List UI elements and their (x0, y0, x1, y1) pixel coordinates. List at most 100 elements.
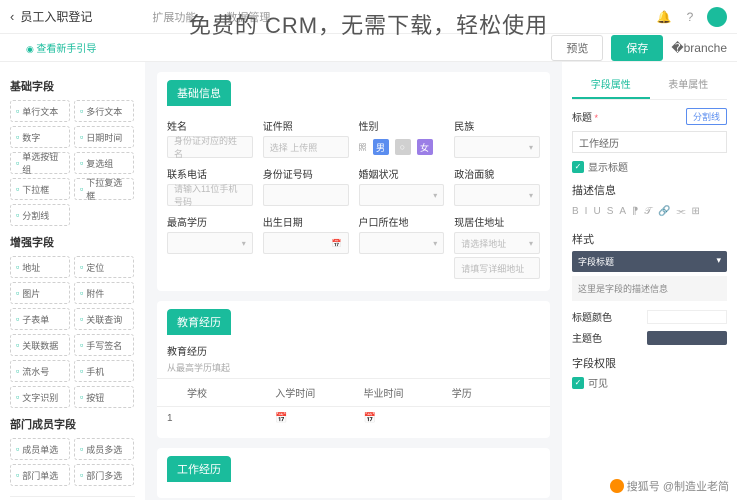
input-idno[interactable] (263, 184, 349, 206)
section-basic-header: 基础信息 (167, 80, 231, 106)
field-chip[interactable]: ▫定位 (74, 256, 134, 278)
field-chip[interactable]: ▫成员多选 (74, 438, 134, 460)
toolbar-btn[interactable]: 𝒯 (644, 206, 652, 217)
field-palette: 基础字段 ▫单行文本▫多行文本▫数字▫日期时间▫单选按钮组▫复选组▫下拉框▫下拉… (0, 62, 145, 500)
recycle-bin[interactable]: ⬚ 字段回收站 (10, 496, 135, 500)
field-chip[interactable]: ▫日期时间 (74, 126, 134, 148)
rich-toolbar[interactable]: BIUSA ⁋ 𝒯 🔗 ⫘ ⊞ (572, 202, 727, 221)
field-chip[interactable]: ▫地址 (10, 256, 70, 278)
header-tabs: 扩展功能 数据管理 (152, 9, 270, 25)
field-chip[interactable]: ▫手机 (74, 360, 134, 382)
toolbar-btn[interactable]: ⁋ (632, 206, 638, 217)
label-birth: 出生日期 (263, 214, 349, 229)
perm-label: 字段权限 (572, 355, 727, 371)
field-chip[interactable]: ▫手写签名 (74, 334, 134, 356)
label-huji: 户口所在地 (359, 214, 445, 229)
share-icon[interactable]: �branche (671, 41, 727, 55)
edu-table-header: 学校入学时间毕业时间学历 (157, 378, 550, 407)
toolbar-btn[interactable]: A (619, 206, 626, 217)
style-preview-hint: 这里是字段的描述信息 (572, 276, 727, 301)
field-chip[interactable]: ▫子表单 (10, 308, 70, 330)
back-icon[interactable]: ‹ (10, 9, 14, 24)
avatar[interactable] (707, 7, 727, 27)
field-chip[interactable]: ▫下拉复选框 (74, 178, 134, 200)
theme-color-label: 主题色 (572, 330, 602, 345)
label-phone: 联系电话 (167, 166, 253, 181)
field-chip[interactable]: ▫多行文本 (74, 100, 134, 122)
section-work: 工作经历 (157, 448, 550, 498)
input-birth[interactable]: 📅 (263, 232, 349, 254)
input-edu[interactable]: ▾ (167, 232, 253, 254)
guide-link[interactable]: 查看新手引导 (26, 40, 96, 55)
divider-button[interactable]: 分割线 (686, 108, 727, 125)
bell-icon[interactable]: 🔔 (655, 8, 673, 26)
topbar: ‹ 员工入职登记 扩展功能 数据管理 🔔 ? (0, 0, 737, 34)
section-edu: 教育经历 教育经历 从最高学历填起 学校入学时间毕业时间学历 1 📅📅 (157, 301, 550, 438)
prop-title-input[interactable]: 工作经历 (572, 131, 727, 153)
toolbar-btn[interactable]: 🔗 (658, 206, 670, 217)
form-canvas: 基础信息 姓名身份证对应的姓名 证件照选择 上传照 性别照男○女 民族 ▾ 联系电… (145, 62, 562, 500)
input-addr2[interactable]: 请填写详细地址 (454, 257, 540, 279)
input-addr[interactable]: 请选择地址▾ (454, 232, 540, 254)
toolbar-btn[interactable]: ⊞ (692, 206, 700, 217)
field-chip[interactable]: ▫下拉框 (10, 178, 70, 200)
watermark: 搜狐号 @制造业老简 (610, 478, 729, 494)
show-title-check[interactable]: ✓显示标题 (572, 159, 727, 174)
toolbar-btn[interactable]: B (572, 206, 579, 217)
field-chip[interactable]: ▫关联查询 (74, 308, 134, 330)
section-edu-header: 教育经历 (167, 309, 231, 335)
label-idno: 身份证号码 (263, 166, 349, 181)
label-idtype: 证件照 (263, 118, 349, 133)
field-chip[interactable]: ▫成员单选 (10, 438, 70, 460)
label-gender: 性别 (359, 118, 445, 133)
tab-form-prop[interactable]: 表单属性 (650, 70, 728, 99)
prop-title-label: 标题 (572, 109, 598, 124)
field-chip[interactable]: ▫文字识别 (10, 386, 70, 408)
theme-color-picker[interactable] (647, 331, 727, 345)
field-chip[interactable]: ▫流水号 (10, 360, 70, 382)
field-chip[interactable]: ▫关联数据 (10, 334, 70, 356)
basic-fields-title: 基础字段 (10, 78, 135, 94)
tab-field-prop[interactable]: 字段属性 (572, 70, 650, 99)
field-chip[interactable]: ▫附件 (74, 282, 134, 304)
section-work-header: 工作经历 (167, 456, 231, 482)
tab-ext[interactable]: 扩展功能 (152, 9, 196, 25)
help-icon[interactable]: ? (681, 8, 699, 26)
title-color-picker[interactable] (647, 310, 727, 324)
field-chip[interactable]: ▫单行文本 (10, 100, 70, 122)
save-button[interactable]: 保存 (611, 35, 663, 61)
toolbar-btn[interactable]: S (607, 206, 614, 217)
field-chip[interactable]: ▫分割线 (10, 204, 70, 226)
input-name[interactable]: 身份证对应的姓名 (167, 136, 253, 158)
toolbar-btn[interactable]: I (585, 206, 588, 217)
gender-radio[interactable]: 照男○女 (359, 136, 445, 158)
input-marriage[interactable]: ▾ (359, 184, 445, 206)
input-phone[interactable]: 请输入11位手机号码 (167, 184, 253, 206)
field-chip[interactable]: ▫图片 (10, 282, 70, 304)
label-nation: 民族 (454, 118, 540, 133)
title-color-label: 标题颜色 (572, 309, 612, 324)
tab-data[interactable]: 数据管理 (226, 9, 270, 25)
style-label: 样式 (572, 231, 727, 247)
preview-button[interactable]: 预览 (551, 35, 603, 61)
input-nation[interactable]: ▾ (454, 136, 540, 158)
property-panel: 字段属性 表单属性 标题分割线 工作经历 ✓显示标题 描述信息 BIUSA⁋𝒯🔗… (562, 62, 737, 500)
field-chip[interactable]: ▫数字 (10, 126, 70, 148)
input-politics[interactable]: ▾ (454, 184, 540, 206)
field-chip[interactable]: ▫单选按钮组 (10, 152, 70, 174)
label-edu: 最高学历 (167, 214, 253, 229)
edu-table-row[interactable]: 1 📅📅 (157, 407, 550, 430)
input-huji[interactable]: ▾ (359, 232, 445, 254)
page-title: 员工入职登记 (20, 8, 92, 25)
input-idtype[interactable]: 选择 上传照 (263, 136, 349, 158)
field-chip[interactable]: ▫部门单选 (10, 464, 70, 486)
label-name: 姓名 (167, 118, 253, 133)
visible-check[interactable]: ✓可见 (572, 375, 727, 390)
label-addr: 现居住地址 (454, 214, 540, 229)
field-chip[interactable]: ▫按钮 (74, 386, 134, 408)
toolbar-btn[interactable]: U (593, 206, 600, 217)
label-politics: 政治面貌 (454, 166, 540, 181)
toolbar-btn[interactable]: ⫘ (677, 206, 686, 217)
field-chip[interactable]: ▫部门多选 (74, 464, 134, 486)
field-chip[interactable]: ▫复选组 (74, 152, 134, 174)
